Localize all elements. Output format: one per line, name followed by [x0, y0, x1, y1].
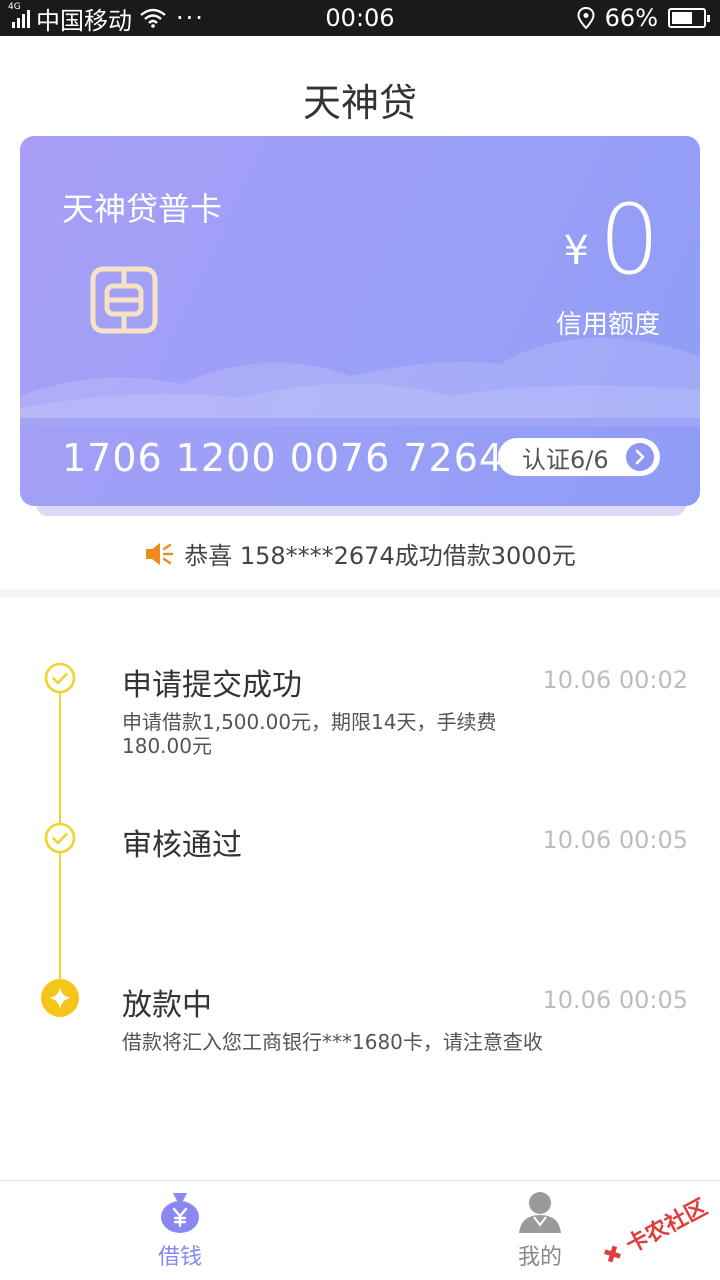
location-icon — [577, 7, 595, 29]
credit-amount: ¥ 0 — [563, 192, 660, 288]
card-number: 1706 1200 0076 7264 — [62, 436, 505, 480]
step-desc: 申请借款1,500.00元，期限14天，手续费180.00元 — [122, 710, 497, 758]
status-bar: 4G 中国移动 ··· 00:06 66% — [0, 0, 720, 36]
verify-label: 认证6/6 — [522, 445, 609, 474]
money-bag-icon — [161, 1193, 199, 1233]
nav-label-mine: 我的 — [517, 1245, 562, 1270]
sparkle-circle-icon — [41, 979, 79, 1017]
step-time: 10.06 00:05 — [542, 986, 689, 1014]
battery-icon — [668, 8, 710, 28]
check-circle-icon — [44, 822, 76, 854]
chevron-right-icon — [626, 443, 654, 471]
step-time: 10.06 00:05 — [542, 826, 689, 854]
currency-symbol: ¥ — [563, 228, 589, 274]
step-time: 10.06 00:02 — [542, 666, 689, 694]
step-desc: 借款将汇入您工商银行***1680卡，请注意查收 — [122, 1030, 543, 1054]
amount-value: 0 — [598, 184, 660, 296]
card-name: 天神贷普卡 — [62, 190, 223, 228]
check-circle-icon — [44, 662, 76, 694]
nav-item-mine[interactable]: 我的 — [480, 1189, 600, 1271]
nav-item-borrow[interactable]: 借钱 — [120, 1189, 240, 1271]
verify-button[interactable]: 认证6/6 — [498, 438, 660, 476]
card-wave-decoration — [20, 337, 700, 426]
chip-icon — [90, 266, 158, 334]
step-title: 申请提交成功 — [122, 668, 302, 703]
page-title: 天神贷 — [302, 81, 417, 125]
user-icon — [519, 1192, 561, 1233]
battery-percent: 66% — [604, 4, 658, 32]
step-title: 审核通过 — [122, 828, 242, 863]
battery-fill — [672, 12, 692, 24]
notice-text: 恭喜 158****2674成功借款3000元 — [184, 542, 576, 570]
nav-label-borrow: 借钱 — [157, 1245, 202, 1270]
section-divider — [0, 590, 720, 598]
credit-card[interactable]: 天神贷普卡 ¥ 0 信用额度 1706 1200 0076 7264 认证6/6 — [20, 136, 700, 506]
speaker-icon — [146, 542, 174, 565]
broadcast-notice: 恭喜 158****2674成功借款3000元 — [0, 536, 720, 571]
step-title: 放款中 — [122, 988, 212, 1023]
